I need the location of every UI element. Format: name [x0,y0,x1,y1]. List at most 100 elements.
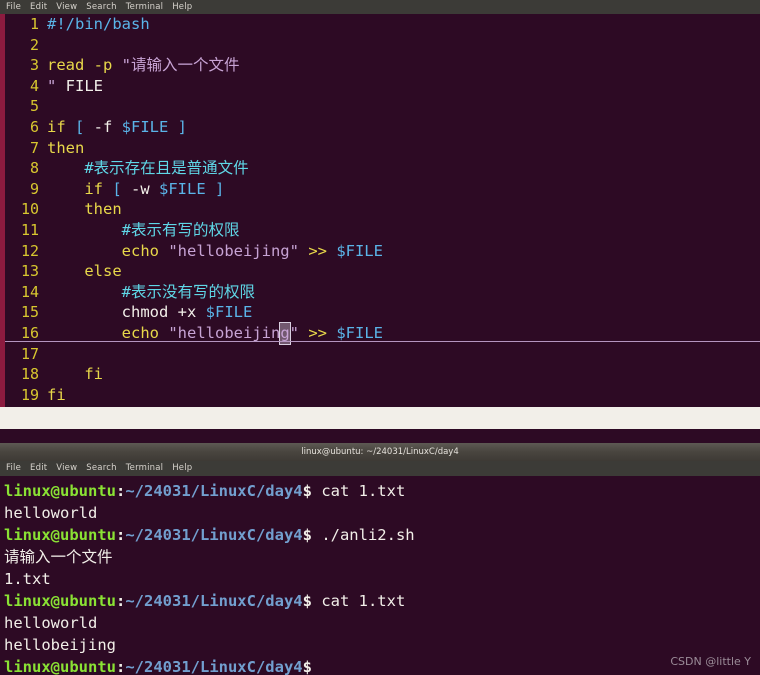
editor-menubar: File Edit View Search Terminal Help [0,0,760,14]
vim-editor-window: File Edit View Search Terminal Help 1 #!/… [0,0,760,443]
code-token: -w [131,179,159,198]
code-token: #!/bin/bash [47,15,150,33]
terminal-command: cat 1.txt [311,592,406,610]
prompt-path: ~/24031/LinuxC/day4 [125,592,303,610]
code-line[interactable]: 17 [5,344,760,365]
code-token: FILE [65,76,103,95]
menu-item-search[interactable]: Search [86,0,116,14]
code-line[interactable]: 2 [5,35,760,56]
line-number: 18 [20,365,39,384]
terminal-command: ./anli2.sh [311,526,415,544]
prompt-path: ~/24031/LinuxC/day4 [125,526,303,544]
code-token: $FILE [159,179,215,198]
prompt-path: ~/24031/LinuxC/day4 [125,658,303,675]
code-line[interactable]: 10 then [5,199,760,220]
vim-statusline: anli2.sh 16,20-26 Al [0,407,760,429]
code-token: " [289,323,299,342]
code-token: if [47,117,75,136]
menu-item-help[interactable]: Help [172,0,192,14]
line-number: 3 [29,56,39,75]
code-line[interactable]: 1 #!/bin/bash [5,14,760,35]
line-number: 13 [20,262,39,281]
menu-item-file[interactable]: File [6,0,21,14]
terminal-menu-item-view[interactable]: View [56,461,77,476]
gnome-terminal-window: linux@ubuntu: ~/24031/LinuxC/day4 File E… [0,443,760,675]
code-token: "hellobeijing" [168,241,299,260]
code-line[interactable]: 9 if [ -w $FILE ] [5,179,760,200]
code-line[interactable]: 6 if [ -f $FILE ] [5,117,760,138]
terminal-menu-item-file[interactable]: File [6,461,21,476]
code-line[interactable]: 4 " FILE [5,76,760,97]
terminal-output-line: helloworld [4,612,760,634]
line-number: 10 [20,200,39,219]
prompt-dollar: $ [302,526,312,544]
code-token: #表示有写的权限 [47,220,240,239]
code-token: else [84,262,122,281]
line-number: 7 [29,138,39,157]
code-token: then [47,138,85,157]
menu-item-terminal[interactable]: Terminal [126,0,164,14]
terminal-menubar: File Edit View Search Terminal Help [0,461,760,476]
line-number: 9 [29,179,39,198]
code-token: $FILE [336,241,383,260]
code-line[interactable]: 3 read -p "请输入一个文件 [5,55,760,76]
prompt-user-host: linux@ubuntu [4,482,116,500]
vim-text-area[interactable]: 1 #!/bin/bash 2 3 read -p "请输入一个文件 4 " FILE 5 6 i… [0,14,760,407]
menu-item-view[interactable]: View [56,0,77,14]
code-line[interactable]: 16 echo "hellobeijing" >> $FILE [5,321,760,345]
cursorline-underline [5,340,760,342]
code-token: read -p [47,56,122,75]
line-number: 5 [29,97,39,116]
code-token: [ [75,117,94,136]
code-token: echo [121,323,169,342]
terminal-output-line: hellobeijing [4,634,760,656]
code-line[interactable]: 18 fi [5,364,760,385]
code-line[interactable]: 19 fi [5,385,760,406]
code-line[interactable]: 12 echo "hellobeijing" >> $FILE [5,241,760,262]
terminal-output-text: hellobeijing [4,636,116,654]
prompt-user-host: linux@ubuntu [4,526,116,544]
terminal-output-text: helloworld [4,504,98,522]
code-token: "请输入一个文件 [121,56,240,75]
terminal-menu-item-help[interactable]: Help [172,461,192,476]
prompt-separator: : [115,482,126,500]
code-token: -f [93,117,122,136]
code-line[interactable]: 11 #表示有写的权限 [5,220,760,241]
code-line[interactable]: 13 else [5,261,760,282]
code-line[interactable]: 5 [5,96,760,117]
code-token: ] [215,179,225,198]
code-line[interactable]: 8 #表示存在且是普通文件 [5,158,760,179]
line-number: 17 [20,344,39,363]
code-line[interactable]: 15 chmod +x $FILE [5,302,760,323]
line-number: 2 [29,35,39,54]
code-token: [ [112,179,131,198]
code-token: chmod [121,303,178,322]
code-token: " [47,76,66,95]
terminal-output-line: helloworld [4,502,760,524]
line-number: 8 [29,159,39,178]
terminal-menu-item-search[interactable]: Search [86,461,116,476]
prompt-path: ~/24031/LinuxC/day4 [125,482,303,500]
line-number: 1 [29,15,39,33]
code-line[interactable]: 7 then [5,138,760,159]
terminal-menu-item-edit[interactable]: Edit [30,461,47,476]
terminal-menu-item-terminal[interactable]: Terminal [126,461,164,476]
terminal-output-line: 请输入一个文件 [4,546,760,568]
code-token: +x [177,303,206,322]
terminal-title: linux@ubuntu: ~/24031/LinuxC/day4 [301,447,459,457]
terminal-output-text: helloworld [4,614,98,632]
prompt-user-host: linux@ubuntu [4,592,116,610]
terminal-output-line: 1.txt [4,568,760,590]
terminal-titlebar[interactable]: linux@ubuntu: ~/24031/LinuxC/day4 [0,443,760,461]
terminal-output-text: 1.txt [4,570,51,588]
terminal-prompt-line: linux@ubuntu:~/24031/LinuxC/day4$ [4,656,760,675]
line-number: 15 [20,303,39,322]
terminal-prompt-line: linux@ubuntu:~/24031/LinuxC/day4$ ./anli… [4,524,760,546]
code-line[interactable]: 14 #表示没有写的权限 [5,282,760,303]
terminal-output-area[interactable]: linux@ubuntu:~/24031/LinuxC/day4$ cat 1.… [0,476,760,675]
menu-item-edit[interactable]: Edit [30,0,47,14]
